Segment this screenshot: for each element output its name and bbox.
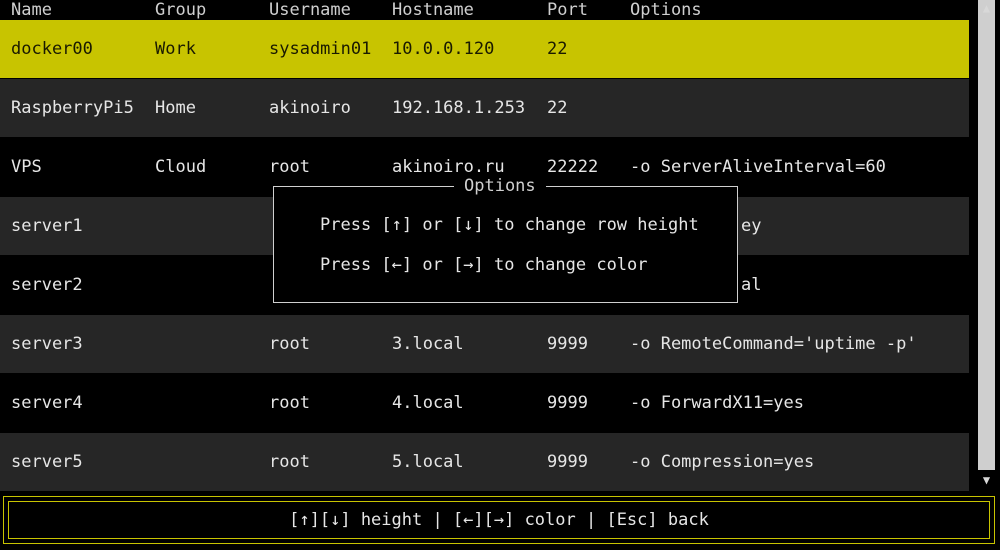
keybinding-hint: [↑][↓] height | [←][→] color | [Esc] bac… — [8, 501, 990, 539]
cell-hostname: 4.local — [392, 393, 464, 413]
table-row[interactable]: RaspberryPi5 Home akinoiro 192.168.1.253… — [0, 79, 969, 137]
status-bar: [↑][↓] height | [←][→] color | [Esc] bac… — [3, 496, 995, 544]
table-row[interactable]: server3 root 3.local 9999 -o RemoteComma… — [0, 315, 969, 373]
cell-port: 9999 — [547, 334, 588, 354]
cell-username: akinoiro — [269, 98, 351, 118]
cell-options: -o Compression=yes — [630, 452, 815, 472]
cell-options: -o ForwardX11=yes — [630, 393, 804, 413]
cell-hostname: 3.local — [392, 334, 464, 354]
cell-hostname: akinoiro.ru — [392, 157, 505, 177]
cell-options: al — [741, 275, 762, 295]
cell-options: ey — [741, 216, 762, 236]
table-row[interactable]: docker00 Work sysadmin01 10.0.0.120 22 — [0, 20, 969, 78]
cell-options: -o ServerAliveInterval=60 — [630, 157, 886, 177]
cell-group: Home — [155, 98, 196, 118]
cell-username: root — [269, 452, 310, 472]
cell-username: root — [269, 334, 310, 354]
cell-name: server1 — [11, 216, 83, 236]
cell-hostname: 10.0.0.120 — [392, 39, 495, 59]
header-port: Port — [547, 0, 588, 20]
table-header: Name Group Username Hostname Port Option… — [0, 0, 969, 20]
cell-name: RaspberryPi5 — [11, 98, 134, 118]
cell-port: 9999 — [547, 452, 588, 472]
scrollbar[interactable]: ▲ ▼ — [969, 0, 1000, 490]
header-hostname: Hostname — [392, 0, 474, 20]
cell-port: 22222 — [547, 157, 599, 177]
row-height-hint: Press [↑] or [↓] to change row height — [320, 215, 699, 235]
table-row[interactable]: server4 root 4.local 9999 -o ForwardX11=… — [0, 374, 969, 432]
header-options: Options — [630, 0, 702, 20]
cell-port: 22 — [547, 98, 568, 118]
cell-name: server5 — [11, 452, 83, 472]
cell-name: VPS — [11, 157, 42, 177]
header-group: Group — [155, 0, 207, 20]
header-username: Username — [269, 0, 351, 20]
cell-hostname: 5.local — [392, 452, 464, 472]
cell-port: 9999 — [547, 393, 588, 413]
cell-name: server4 — [11, 393, 83, 413]
options-dialog: Options Press [↑] or [↓] to change row h… — [273, 176, 738, 303]
cell-options: -o RemoteCommand='uptime -p' — [630, 334, 917, 354]
dialog-title: Options — [454, 176, 546, 196]
scrollbar-thumb[interactable] — [978, 0, 995, 470]
header-name: Name — [11, 0, 52, 20]
cell-group: Cloud — [155, 157, 207, 177]
scroll-up-arrow-icon[interactable]: ▲ — [978, 0, 995, 16]
cell-group: Work — [155, 39, 196, 59]
cell-username: root — [269, 393, 310, 413]
table-row[interactable]: server5 root 5.local 9999 -o Compression… — [0, 433, 969, 491]
cell-name: server2 — [11, 275, 83, 295]
cell-port: 22 — [547, 39, 568, 59]
cell-hostname: 192.168.1.253 — [392, 98, 526, 118]
cell-name: server3 — [11, 334, 83, 354]
cell-username: sysadmin01 — [269, 39, 372, 59]
color-hint: Press [←] or [→] to change color — [320, 255, 648, 275]
cell-username: root — [269, 157, 310, 177]
cell-name: docker00 — [11, 39, 93, 59]
scroll-down-arrow-icon[interactable]: ▼ — [978, 472, 995, 488]
